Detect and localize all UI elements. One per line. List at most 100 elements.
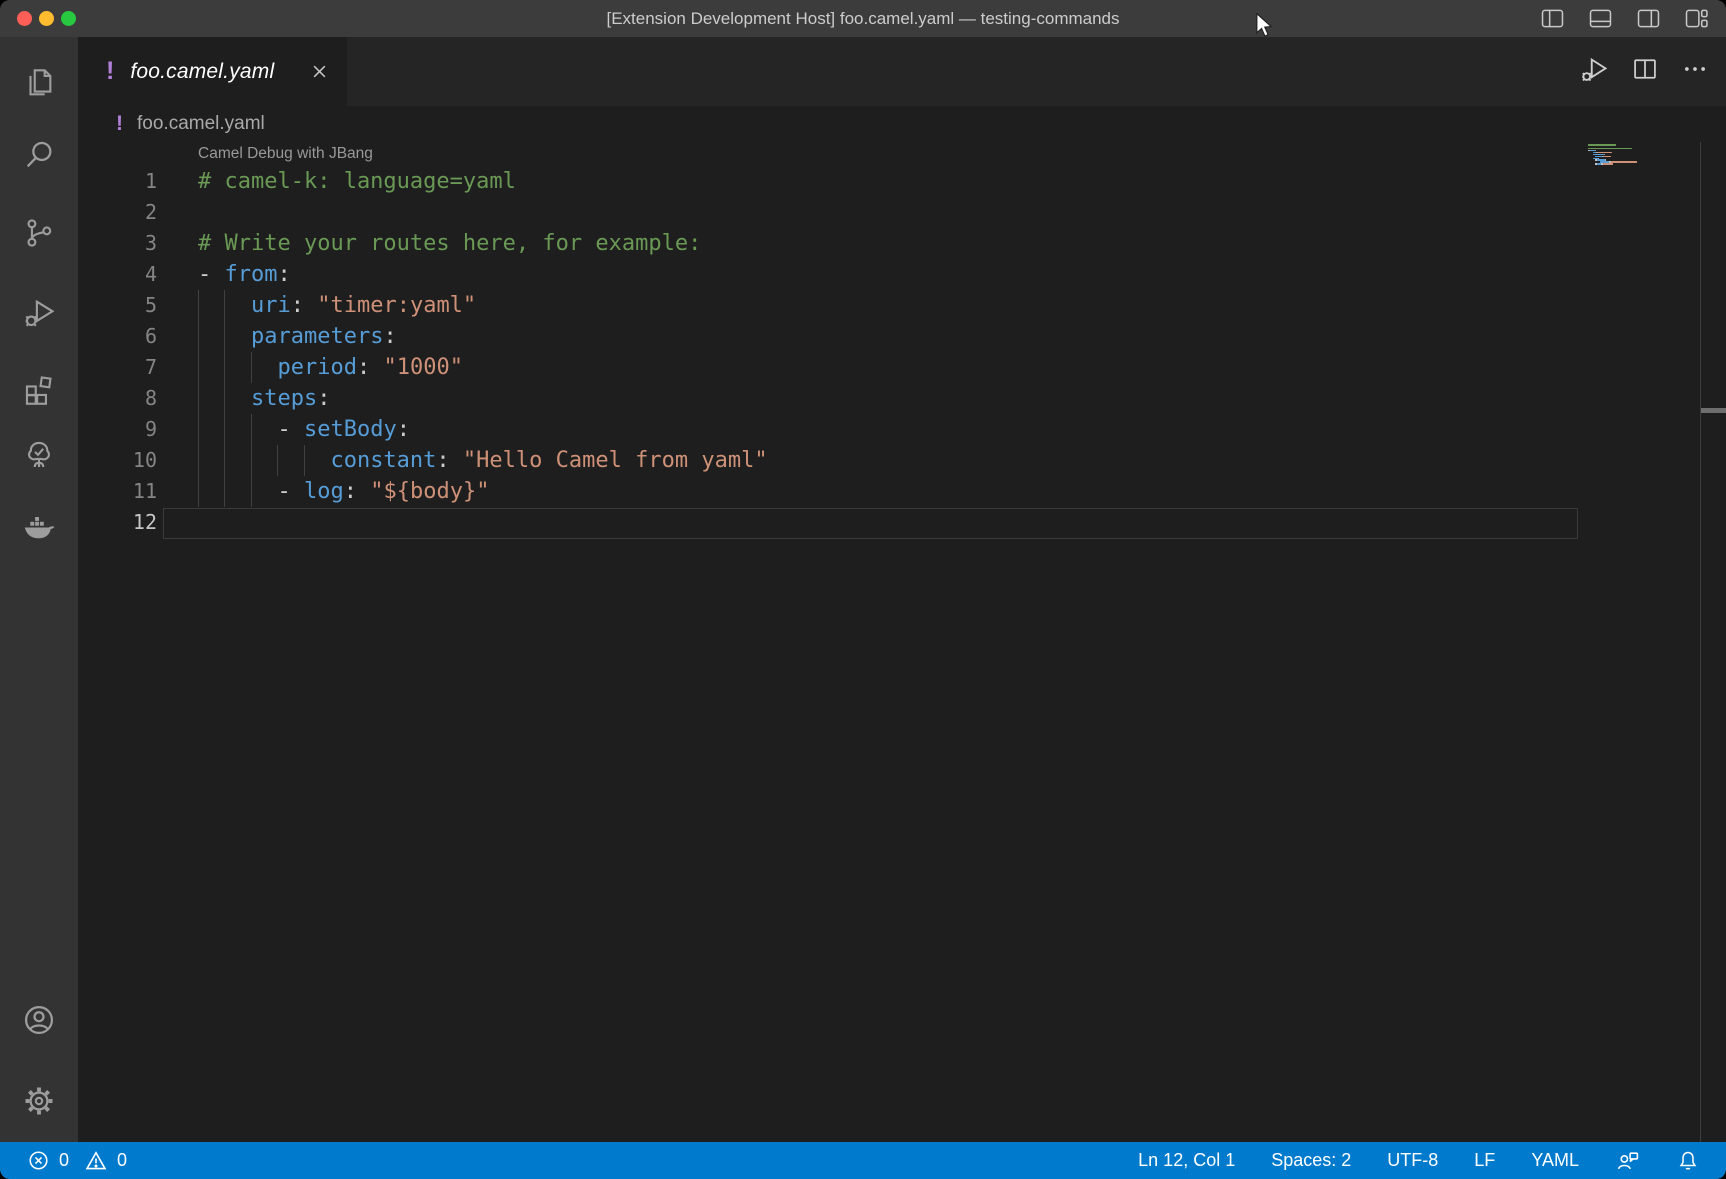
code-row: 8 steps: (78, 383, 1658, 414)
vscode-window: [Extension Development Host] foo.camel.y… (0, 0, 1726, 1179)
line-number[interactable]: 1 (78, 166, 157, 197)
toggle-secondary-sidebar-icon[interactable] (1637, 9, 1660, 28)
indent-guide (224, 290, 225, 321)
code-row: 9 - setBody: (78, 414, 1658, 445)
close-tab-icon[interactable] (310, 62, 329, 81)
line-number[interactable]: 11 (78, 476, 157, 507)
code-line[interactable]: # camel-k: language=yaml (198, 166, 516, 197)
run-or-debug-icon[interactable] (1578, 54, 1608, 89)
code-row: 2 (78, 197, 1658, 228)
indent-guide (304, 445, 305, 476)
indent-guide (251, 352, 252, 383)
indent-guide (224, 445, 225, 476)
indent-guide (198, 476, 199, 507)
tab-foo-camel-yaml[interactable]: ! foo.camel.yaml (78, 37, 347, 106)
indent-guide (224, 352, 225, 383)
indent-guide (198, 321, 199, 352)
feedback-icon[interactable] (1615, 1148, 1640, 1173)
docker-icon[interactable] (0, 506, 78, 546)
indent-guide (198, 383, 199, 414)
editor-pane[interactable]: Camel Debug with JBang 1 # camel-k: langu… (78, 142, 1726, 1142)
problems-status[interactable]: 0 0 (28, 1150, 133, 1172)
warnings-count: 0 (117, 1150, 127, 1171)
line-number[interactable]: 12 (78, 507, 157, 538)
indent-guide (251, 476, 252, 507)
accounts-icon[interactable] (0, 1000, 78, 1040)
notifications-bell-icon[interactable] (1676, 1149, 1700, 1173)
explorer-icon[interactable] (0, 63, 78, 103)
tab-label: foo.camel.yaml (130, 60, 300, 84)
scrollbar-marker (1701, 408, 1726, 413)
line-number[interactable]: 10 (78, 445, 157, 476)
code-line[interactable]: uri: "timer:yaml" (198, 290, 476, 321)
code-row: 1 # camel-k: language=yaml (78, 166, 1658, 197)
line-number[interactable]: 6 (78, 321, 157, 352)
settings-gear-icon[interactable] (0, 1081, 78, 1121)
errors-count: 0 (59, 1150, 69, 1171)
code-line[interactable]: - setBody: (198, 414, 410, 445)
codelens-camel-debug[interactable]: Camel Debug with JBang (198, 142, 373, 166)
toggle-primary-sidebar-icon[interactable] (1541, 9, 1564, 28)
code-line[interactable]: # Write your routes here, for example: (198, 228, 701, 259)
split-editor-icon[interactable] (1631, 55, 1659, 88)
line-number[interactable]: 4 (78, 259, 157, 290)
code-row: 4 - from: (78, 259, 1658, 290)
title-bar[interactable]: [Extension Development Host] foo.camel.y… (0, 0, 1726, 37)
customize-layout-icon[interactable] (1685, 9, 1708, 28)
search-icon[interactable] (0, 135, 78, 175)
code-line[interactable]: parameters: (198, 321, 397, 352)
code-line[interactable]: steps: (198, 383, 330, 414)
run-and-debug-icon[interactable] (0, 293, 78, 333)
indent-guide (198, 414, 199, 445)
code-row: 11 - log: "${body}" (78, 476, 1658, 507)
code-line[interactable]: period: "1000" (198, 352, 463, 383)
code-row: 7 period: "1000" (78, 352, 1658, 383)
cursor-position-status[interactable]: Ln 12, Col 1 (1138, 1150, 1235, 1171)
errors-icon (28, 1150, 49, 1171)
warnings-icon (85, 1150, 107, 1172)
code-row: 3 # Write your routes here, for example: (78, 228, 1658, 259)
more-actions-icon[interactable] (1682, 56, 1708, 87)
indent-guide (224, 383, 225, 414)
indent-guide (224, 321, 225, 352)
indent-guide (198, 290, 199, 321)
code-row: 5 uri: "timer:yaml" (78, 290, 1658, 321)
testing-tree-icon[interactable] (0, 435, 78, 475)
source-control-icon[interactable] (0, 213, 78, 253)
indentation-status[interactable]: Spaces: 2 (1271, 1150, 1351, 1171)
code-row: 12 (78, 507, 1658, 538)
line-number[interactable]: 2 (78, 197, 157, 228)
indent-guide (277, 445, 278, 476)
language-mode-status[interactable]: YAML (1531, 1150, 1579, 1171)
code-row: 6 parameters: (78, 321, 1658, 352)
indent-guide (251, 445, 252, 476)
line-number[interactable]: 5 (78, 290, 157, 321)
vertical-scrollbar[interactable] (1700, 142, 1726, 1142)
breadcrumbs: ! foo.camel.yaml (78, 106, 1726, 142)
code-area: 1 # camel-k: language=yaml 23 # Write your … (78, 166, 1658, 538)
extensions-icon[interactable] (0, 370, 78, 410)
code-line[interactable]: - from: (198, 259, 291, 290)
line-number[interactable]: 7 (78, 352, 157, 383)
eol-status[interactable]: LF (1474, 1150, 1495, 1171)
minimap[interactable] (1580, 142, 1700, 1142)
toggle-panel-icon[interactable] (1589, 9, 1612, 28)
activity-bar (0, 37, 78, 1142)
line-number[interactable]: 3 (78, 228, 157, 259)
indent-guide (224, 476, 225, 507)
line-number[interactable]: 9 (78, 414, 157, 445)
status-bar: 0 0 Ln 12, Col 1 Spaces: 2 UTF-8 LF YAML (0, 1142, 1726, 1179)
indent-guide (251, 414, 252, 445)
code-row: 10 constant: "Hello Camel from yaml" (78, 445, 1658, 476)
tab-bar: ! foo.camel.yaml (78, 37, 1726, 106)
line-number[interactable]: 8 (78, 383, 157, 414)
code-line[interactable]: - log: "${body}" (198, 476, 489, 507)
camel-file-icon: ! (106, 57, 114, 86)
breadcrumb-item-file[interactable]: foo.camel.yaml (137, 113, 265, 135)
code-line[interactable]: constant: "Hello Camel from yaml" (198, 445, 768, 476)
window-title: [Extension Development Host] foo.camel.y… (0, 0, 1726, 37)
camel-file-icon: ! (116, 112, 123, 136)
indent-guide (224, 414, 225, 445)
indent-guide (198, 445, 199, 476)
encoding-status[interactable]: UTF-8 (1387, 1150, 1438, 1171)
